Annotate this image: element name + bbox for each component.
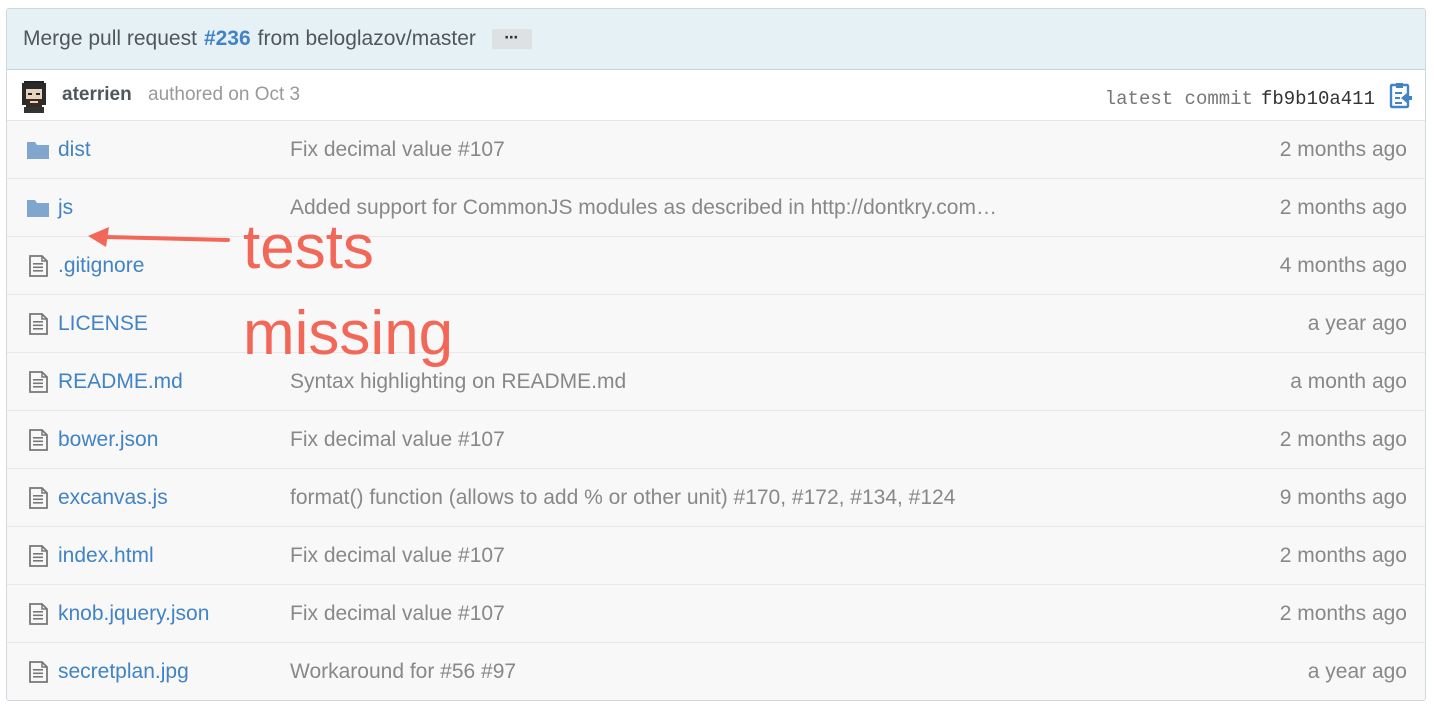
commit-message-link[interactable]: Fix decimal value #107 (290, 428, 1090, 452)
file-name-link[interactable]: bower.json (58, 428, 158, 452)
folder-icon (26, 197, 50, 219)
commit-meta-bar: aterrien authored on Oct 3 latest commit… (7, 70, 1425, 121)
commit-message-link[interactable]: Workaround for #56 #97 (290, 660, 1090, 684)
file-age: a year ago (1307, 312, 1407, 335)
commit-message-link[interactable]: Syntax highlighting on README.md (290, 370, 1090, 394)
commit-message-link[interactable]: Added support for CommonJS modules as de… (290, 196, 1090, 220)
commit-message-link[interactable]: Fix decimal value #107 (290, 544, 1090, 568)
commit-title-suffix: from beloglazov/master (257, 27, 476, 50)
folder-icon (26, 139, 50, 161)
file-name-link[interactable]: LICENSE (58, 312, 148, 336)
file-age: a year ago (1307, 660, 1407, 683)
file-row: knob.jquery.json Fix decimal value #107 2 … (7, 585, 1425, 643)
expand-commit-message-button[interactable]: ⋯ (491, 29, 532, 49)
file-row: index.html Fix decimal value #107 2 months… (7, 527, 1425, 585)
commit-author-link[interactable]: aterrien (62, 84, 132, 106)
avatar[interactable] (20, 81, 48, 113)
file-row: js Added support for CommonJS modules as … (7, 179, 1425, 237)
file-icon (26, 313, 50, 335)
file-name-link[interactable]: README.md (58, 370, 183, 394)
file-icon (26, 487, 50, 509)
file-age: a month ago (1290, 370, 1407, 393)
file-age: 9 months ago (1279, 486, 1407, 509)
file-row: README.md Syntax highlighting on README.m… (7, 353, 1425, 411)
file-age: 2 months ago (1279, 602, 1407, 625)
file-row: bower.json Fix decimal value #107 2 months… (7, 411, 1425, 469)
commit-sha-link[interactable]: fb9b10a411 (1261, 88, 1375, 110)
file-browser: Merge pull request #236 from beloglazov/… (6, 8, 1426, 701)
file-list: dist Fix decimal value #107 2 months ago js… (7, 121, 1425, 700)
file-name-link[interactable]: secretplan.jpg (58, 660, 189, 684)
file-row: secretplan.jpg Workaround for #56 #97 a ye… (7, 643, 1425, 700)
commit-title-prefix: Merge pull request (23, 27, 197, 50)
file-name-link[interactable]: .gitignore (58, 254, 144, 278)
file-icon (26, 603, 50, 625)
file-age: 2 months ago (1279, 428, 1407, 451)
file-age: 2 months ago (1279, 544, 1407, 567)
file-icon (26, 661, 50, 683)
file-icon (26, 545, 50, 567)
file-name-link[interactable]: excanvas.js (58, 486, 168, 510)
file-name-link[interactable]: js (58, 196, 73, 220)
file-icon (26, 371, 50, 393)
latest-commit-info: latest commit fb9b10a411 (1105, 88, 1375, 110)
commit-message-link[interactable]: Fix decimal value #107 (290, 602, 1090, 626)
file-icon (26, 429, 50, 451)
file-name-link[interactable]: index.html (58, 544, 154, 568)
file-name-link[interactable]: knob.jquery.json (58, 602, 209, 626)
authored-date: authored on Oct 3 (148, 84, 301, 105)
file-row: .gitignore 4 months ago (7, 237, 1425, 295)
file-age: 2 months ago (1279, 196, 1407, 219)
file-row: LICENSE a year ago (7, 295, 1425, 353)
copy-sha-icon[interactable] (1387, 82, 1413, 110)
file-row: excanvas.js format() function (allows to … (7, 469, 1425, 527)
file-age: 4 months ago (1279, 254, 1407, 277)
file-age: 2 months ago (1279, 138, 1407, 161)
file-name-link[interactable]: dist (58, 138, 91, 162)
file-row: dist Fix decimal value #107 2 months ago (7, 121, 1425, 179)
commit-message-link[interactable]: Fix decimal value #107 (290, 138, 1090, 162)
pull-request-link[interactable]: #236 (204, 27, 251, 51)
file-icon (26, 255, 50, 277)
latest-commit-label: latest commit (1104, 88, 1253, 110)
commit-message-link[interactable]: format() function (allows to add % or ot… (290, 486, 1090, 510)
commit-title-bar: Merge pull request #236 from beloglazov/… (7, 9, 1425, 70)
